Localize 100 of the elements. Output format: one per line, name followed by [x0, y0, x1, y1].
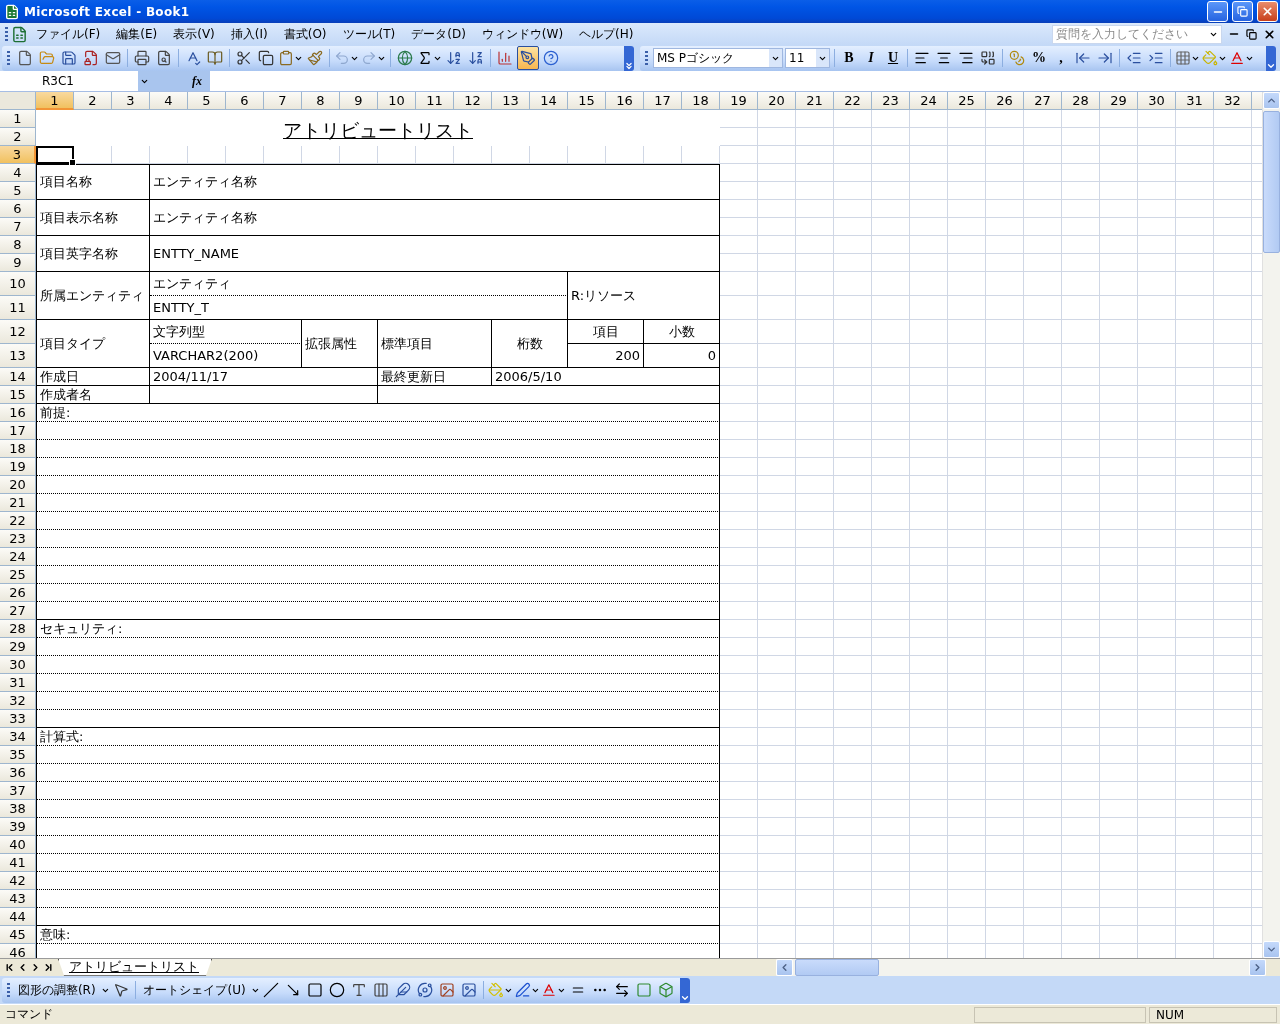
grip-icon[interactable] [7, 51, 10, 65]
arrange-menu[interactable]: 図形の調整(R) [14, 981, 99, 999]
research-icon[interactable] [207, 50, 223, 66]
row-header[interactable]: 12 [0, 320, 36, 344]
copy-icon[interactable] [258, 50, 274, 66]
row-header[interactable]: 28 [0, 620, 36, 638]
row-header[interactable]: 44 [0, 908, 36, 926]
column-header[interactable]: 8 [302, 92, 340, 110]
menu-item[interactable]: 挿入(I) [222, 25, 276, 43]
row-header[interactable]: 31 [0, 674, 36, 692]
rectangle-icon[interactable] [307, 982, 324, 998]
menu-item[interactable]: 書式(O) [275, 25, 335, 43]
insert-function-button[interactable]: fx [192, 73, 202, 89]
row-header[interactable]: 3 [0, 146, 36, 164]
column-header[interactable]: 19 [720, 92, 758, 110]
row-header[interactable]: 15 [0, 386, 36, 404]
picture-icon[interactable] [461, 982, 478, 998]
column-header[interactable]: 13 [492, 92, 530, 110]
row-header[interactable]: 43 [0, 890, 36, 908]
minimize-button[interactable] [1207, 1, 1228, 22]
name-box-dropdown[interactable]: fx [138, 71, 210, 91]
row-header[interactable]: 14 [0, 368, 36, 386]
row-header[interactable]: 42 [0, 872, 36, 890]
align-center-icon[interactable] [936, 50, 952, 66]
row-header[interactable]: 46 [0, 944, 36, 958]
column-header[interactable]: 31 [1176, 92, 1214, 110]
column-header[interactable]: 16 [606, 92, 644, 110]
row-header[interactable]: 17 [0, 422, 36, 440]
save-icon[interactable] [61, 50, 77, 66]
column-header[interactable]: 10 [378, 92, 416, 110]
scroll-thumb[interactable] [795, 959, 879, 976]
restore-button[interactable] [1232, 1, 1253, 22]
decrease-decimal-icon[interactable] [1097, 50, 1113, 66]
clip-art-icon[interactable] [439, 982, 456, 998]
column-header[interactable]: 15 [568, 92, 606, 110]
restore-icon[interactable] [1246, 28, 1257, 40]
column-header[interactable]: 2 [74, 92, 112, 110]
row-header[interactable]: 37 [0, 782, 36, 800]
sort-ascending-icon[interactable] [446, 50, 462, 66]
row-header[interactable]: 35 [0, 746, 36, 764]
row-header[interactable]: 7 [0, 218, 36, 236]
column-header[interactable]: 6 [226, 92, 264, 110]
row-header[interactable]: 39 [0, 818, 36, 836]
text-style-button[interactable]: B [839, 48, 859, 68]
currency-icon[interactable] [1009, 50, 1025, 66]
toolbar-options-button[interactable] [624, 45, 634, 71]
line-color-icon[interactable] [514, 982, 531, 998]
horizontal-scrollbar[interactable] [776, 959, 1266, 976]
print-preview-icon[interactable] [156, 50, 172, 66]
column-header[interactable]: 22 [834, 92, 872, 110]
row-header[interactable]: 8 [0, 236, 36, 254]
font-select[interactable]: MS Pゴシック [653, 48, 783, 68]
workbook-icon[interactable] [11, 25, 28, 43]
row-header[interactable]: 4 [0, 164, 36, 182]
autoshape-menu[interactable]: オートシェイプ(U) [140, 981, 249, 999]
help-search-field[interactable]: 質問を入力してください [1052, 24, 1222, 44]
row-header[interactable]: 11 [0, 296, 36, 320]
row-header[interactable]: 1 [0, 110, 36, 128]
row-header[interactable]: 36 [0, 764, 36, 782]
autosum-icon[interactable] [417, 50, 433, 66]
row-header[interactable]: 29 [0, 638, 36, 656]
row-header[interactable]: 21 [0, 494, 36, 512]
arrow-style-icon[interactable] [614, 982, 630, 998]
font-size-select[interactable]: 11 [785, 48, 830, 68]
row-header[interactable]: 24 [0, 548, 36, 566]
row-header[interactable]: 6 [0, 200, 36, 218]
increase-decimal-icon[interactable] [1075, 50, 1091, 66]
sheet-tab[interactable]: アトリビュートリスト [58, 958, 212, 976]
diagram-icon[interactable] [417, 982, 434, 998]
row-header[interactable]: 22 [0, 512, 36, 530]
pointer-icon[interactable] [113, 982, 130, 998]
column-header[interactable]: 4 [150, 92, 188, 110]
paste-icon[interactable] [278, 50, 294, 66]
row-header[interactable]: 34 [0, 728, 36, 746]
text-style-button[interactable]: U [883, 48, 903, 68]
dropdown-button[interactable] [769, 49, 782, 67]
column-header[interactable]: 14 [530, 92, 568, 110]
new-file-icon[interactable] [17, 50, 33, 66]
menu-item[interactable]: データ(D) [403, 25, 474, 43]
toolbar-options-button[interactable] [680, 977, 690, 1003]
fill-color-icon[interactable] [488, 982, 505, 998]
scroll-thumb[interactable] [1263, 111, 1280, 253]
fill-color-icon[interactable] [1202, 50, 1218, 66]
close-icon[interactable] [1263, 27, 1276, 41]
column-header[interactable]: 29 [1100, 92, 1138, 110]
row-header[interactable]: 40 [0, 836, 36, 854]
row-header[interactable]: 27 [0, 602, 36, 620]
column-header[interactable]: 28 [1062, 92, 1100, 110]
number-format-button[interactable]: % [1029, 48, 1049, 68]
font-color-icon[interactable] [1229, 50, 1245, 66]
number-format-button[interactable]: , [1051, 48, 1071, 68]
text-style-button[interactable]: I [861, 48, 881, 68]
wordart-icon[interactable] [395, 982, 412, 998]
sort-descending-icon[interactable] [468, 50, 484, 66]
hyperlink-icon[interactable] [397, 50, 413, 66]
column-header[interactable]: 20 [758, 92, 796, 110]
menu-item[interactable]: ツール(T) [334, 25, 404, 43]
vertical-scrollbar[interactable] [1262, 92, 1280, 958]
menu-item[interactable]: ウィンドウ(W) [473, 25, 572, 43]
permission-icon[interactable] [83, 50, 99, 66]
